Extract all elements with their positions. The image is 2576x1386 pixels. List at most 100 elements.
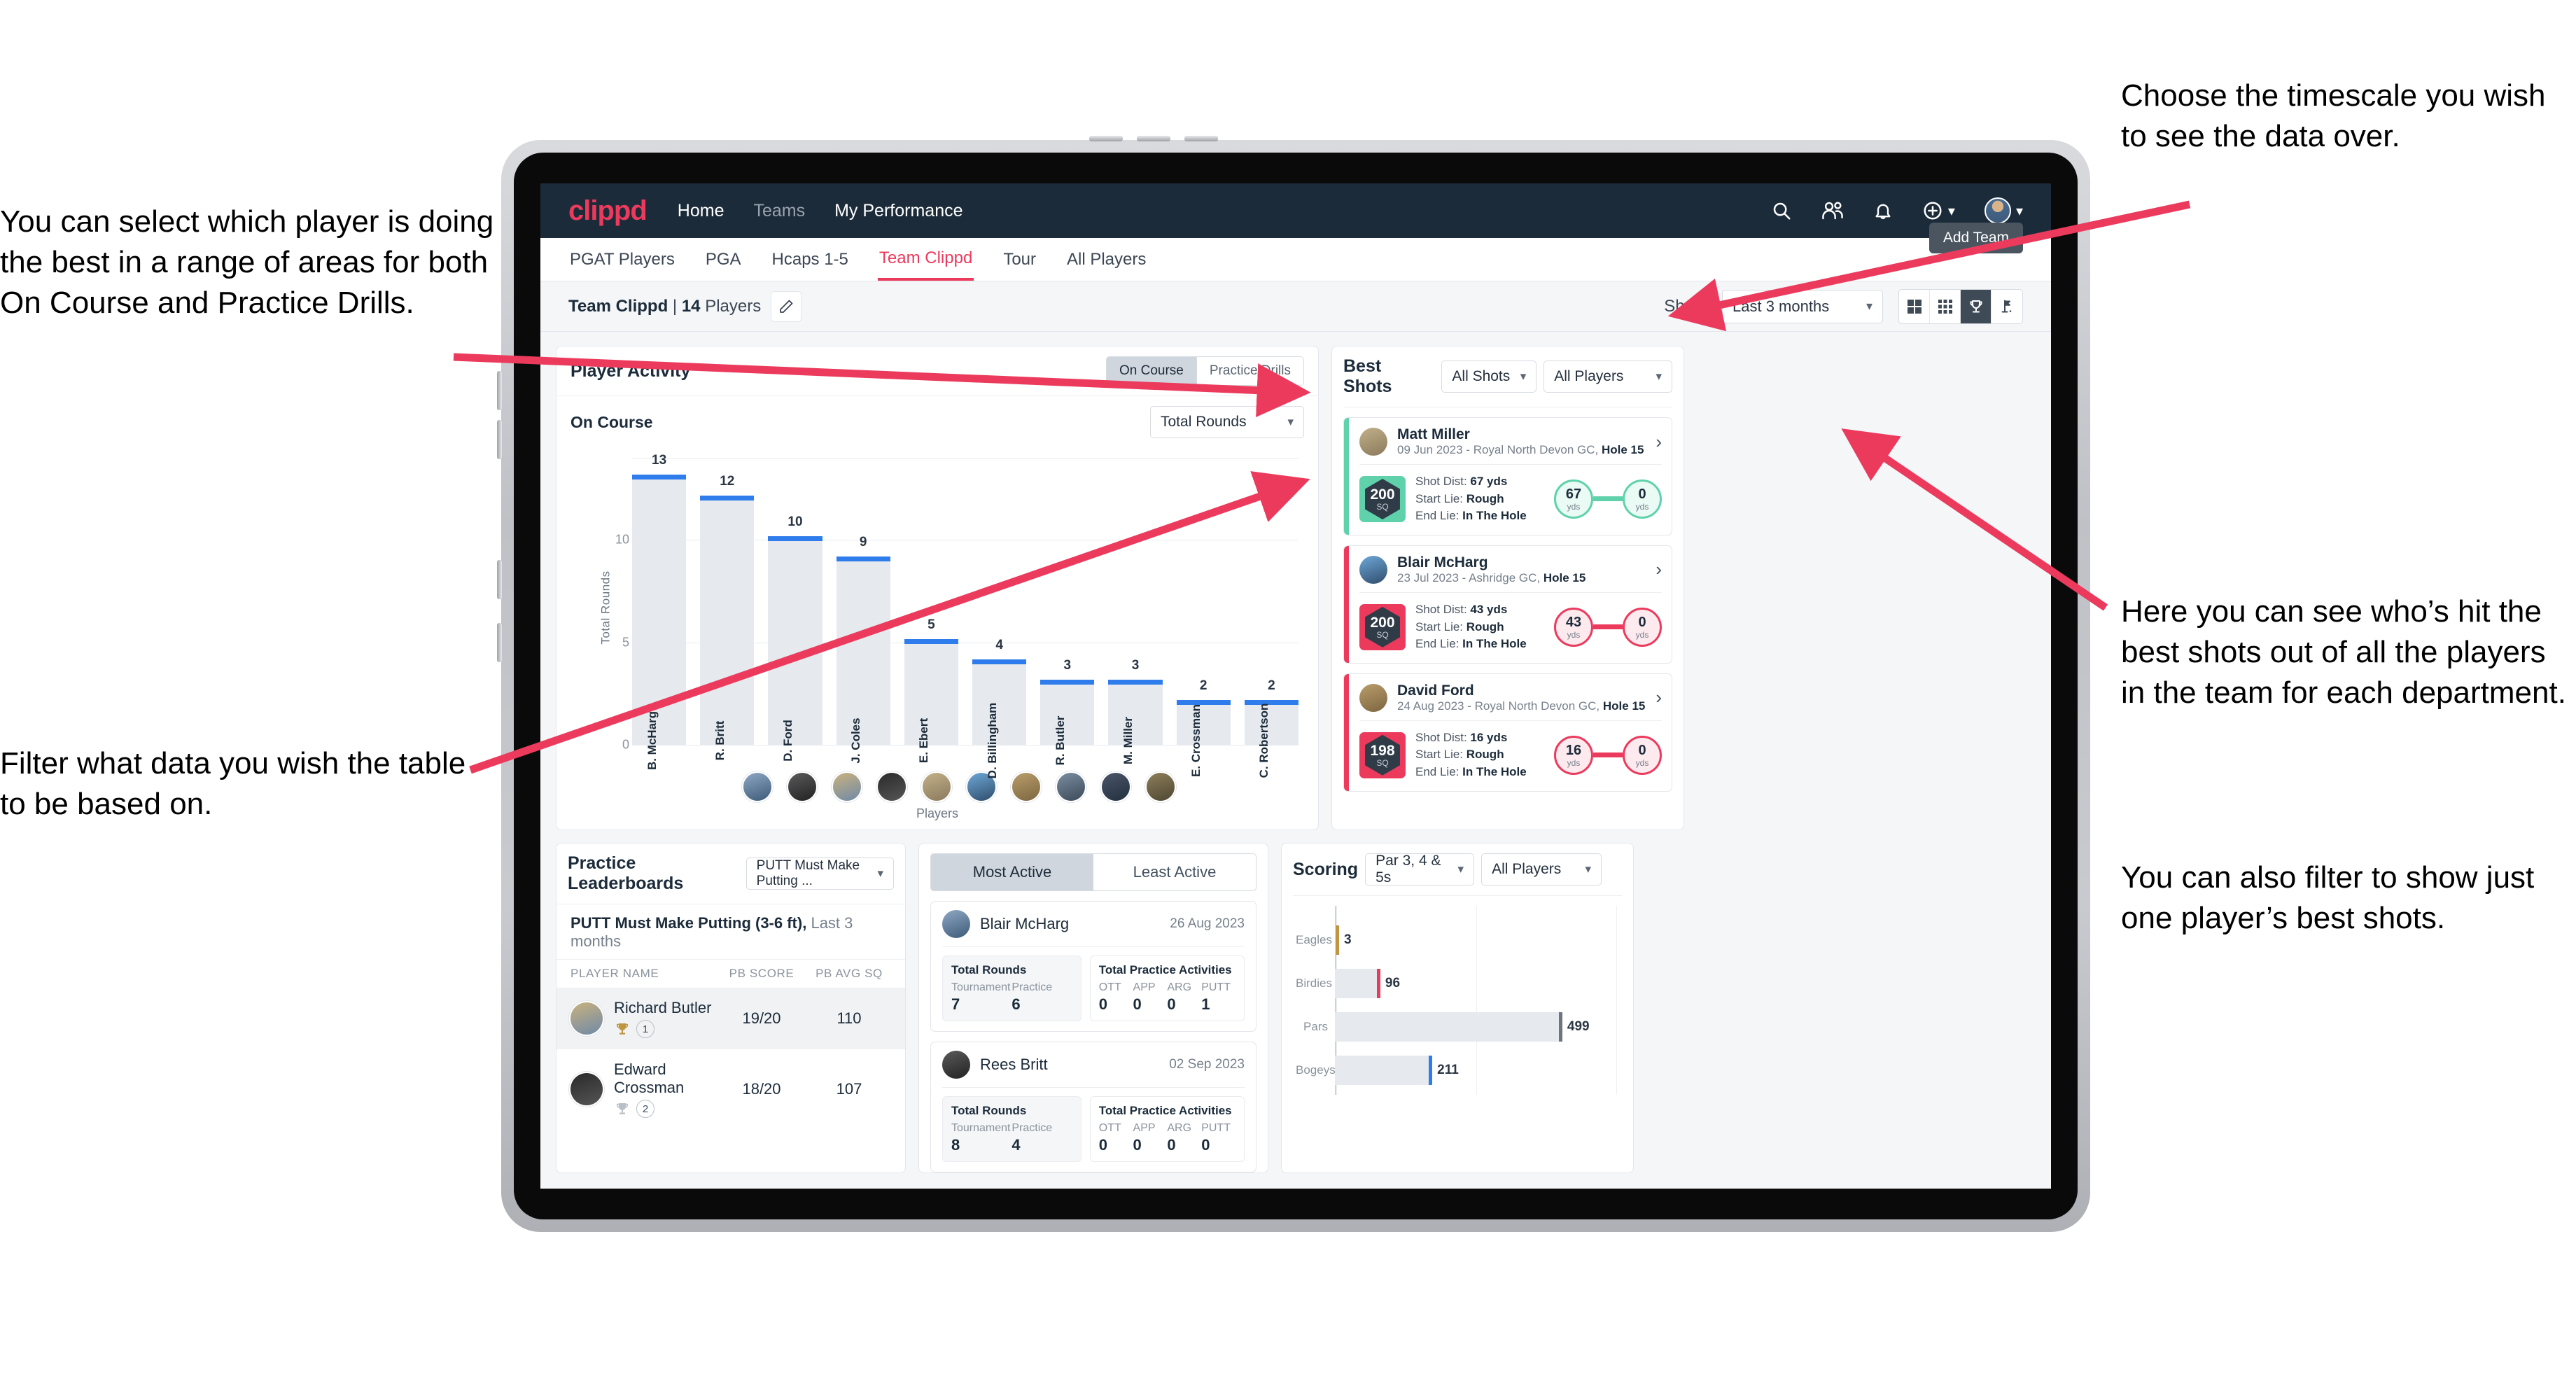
practice-activities-title: Total Practice Activities — [1098, 963, 1232, 976]
trophy-icon[interactable] — [1961, 289, 1991, 323]
segment-practice-drills[interactable]: Practice Drills — [1197, 357, 1303, 385]
tab-all-players[interactable]: All Players — [1065, 240, 1147, 279]
separator: | — [672, 296, 678, 316]
chevron-right-icon[interactable]: › — [1648, 559, 1662, 580]
chart-bar-column[interactable]: 13 B. McHarg — [632, 453, 687, 770]
shot-body: 200 SQ Shot Dist: 67 yds Start Lie: Rough En… — [1344, 465, 1672, 535]
best-shot-card[interactable]: David Ford 24 Aug 2023 - Royal North Devo… — [1343, 673, 1672, 792]
shot-type-select[interactable]: All Shots ▾ — [1441, 360, 1537, 393]
player-avatar[interactable] — [921, 771, 952, 802]
chart-bar-cap — [1108, 680, 1163, 685]
player-avatar[interactable] — [1100, 771, 1131, 802]
tab-team-clippd[interactable]: Team Clippd — [877, 239, 974, 281]
timescale-select[interactable]: Last 3 months ▾ — [1722, 289, 1883, 323]
tab-pgat-players[interactable]: PGAT Players — [568, 240, 676, 279]
stat-value: 1 — [1201, 995, 1210, 1013]
chart-y-tick: 5 — [622, 635, 629, 650]
chart-bar-column[interactable]: 10 D. Ford — [768, 458, 822, 762]
scoring-row[interactable]: Bogeys 211 — [1296, 1056, 1619, 1085]
chart-bar-column[interactable]: 2 E. Crossman — [1176, 458, 1231, 777]
shot-quality-value: 200 — [1370, 486, 1395, 503]
chart-x-axis-title: Players — [916, 806, 959, 820]
chart-bar: D. Ford — [768, 536, 822, 762]
chart-y-axis-title: Total Rounds — [598, 570, 612, 645]
chart-bar-column[interactable]: 4 D. Billingham — [972, 458, 1027, 778]
player-activity-header: Player Activity On Course Practice Drill… — [556, 346, 1318, 396]
device-button-top-2 — [1137, 136, 1170, 141]
scoring-row[interactable]: Pars 499 — [1296, 1012, 1619, 1042]
activity-player-card[interactable]: Blair McHarg 26 Aug 2023 Total Rounds Tourn… — [930, 901, 1256, 1032]
grid-small-icon[interactable] — [1930, 289, 1961, 323]
player-activity-card: Player Activity On Course Practice Drill… — [556, 346, 1319, 830]
search-icon[interactable] — [1771, 200, 1792, 221]
best-shots-title: Best Shots — [1343, 356, 1392, 396]
player-avatar[interactable] — [742, 771, 773, 802]
shot-distance-viz: 16 yds 0 yds — [1554, 735, 1662, 775]
chart-bar-column[interactable]: 12 R. Britt — [700, 458, 755, 760]
metric-value: Total Rounds — [1161, 414, 1247, 430]
leaderboard-rows: Richard Butler 1 19/20 110 Edward Crossman 2 1… — [556, 988, 905, 1129]
player-avatar[interactable] — [1011, 771, 1042, 802]
chevron-right-icon[interactable]: › — [1648, 431, 1662, 453]
activity-player-card[interactable]: Rees Britt 02 Sep 2023 Total Rounds Tournam… — [930, 1042, 1256, 1172]
course-practice-toggle: On Course Practice Drills — [1106, 356, 1304, 386]
player-avatar[interactable] — [1145, 771, 1176, 802]
leaderboard-row[interactable]: Edward Crossman 2 18/20 107 — [556, 1049, 905, 1129]
best-shot-card[interactable]: Blair McHarg 23 Jul 2023 - Ashridge GC, H… — [1343, 545, 1672, 664]
chart-bar: R. Butler — [1040, 680, 1095, 765]
chart-bar-column[interactable]: 2 C. Robertson — [1244, 458, 1299, 778]
player-avatar[interactable] — [787, 771, 818, 802]
segment-on-course[interactable]: On Course — [1107, 357, 1197, 385]
metric-select[interactable]: Total Rounds ▾ — [1150, 406, 1304, 438]
nav-link-home[interactable]: Home — [678, 201, 724, 221]
activity-player-name: Blair McHarg — [980, 915, 1070, 932]
stat-key: Tournament — [951, 981, 1011, 993]
player-avatar[interactable] — [1056, 771, 1086, 802]
user-menu[interactable]: ▾ — [1984, 197, 2023, 224]
tab-pga[interactable]: PGA — [704, 240, 743, 279]
flag-icon[interactable] — [1991, 290, 2022, 323]
scoring-row[interactable]: Eagles 3 — [1296, 925, 1619, 955]
grid-large-icon[interactable] — [1899, 289, 1930, 323]
bell-icon[interactable] — [1873, 200, 1893, 221]
pencil-icon[interactable] — [771, 290, 802, 322]
shot-header: Matt Miller 09 Jun 2023 - Royal North Dev… — [1344, 418, 1672, 464]
chart-bar-column[interactable]: 3 R. Butler — [1040, 458, 1095, 765]
stat-key: PUTT — [1201, 981, 1231, 993]
player-avatar[interactable] — [876, 771, 907, 802]
people-icon[interactable] — [1821, 200, 1844, 221]
chevron-right-icon[interactable]: › — [1648, 687, 1662, 708]
tab-least-active[interactable]: Least Active — [1093, 854, 1256, 890]
scoring-row[interactable]: Birdies 96 — [1296, 969, 1619, 998]
plus-circle-icon[interactable]: ▾ — [1922, 200, 1955, 221]
nav-link-my-performance[interactable]: My Performance — [834, 201, 962, 221]
shot-quality-unit: SQ — [1376, 757, 1389, 768]
tab-tour[interactable]: Tour — [1002, 240, 1037, 279]
par-filter-select[interactable]: Par 3, 4 & 5s ▾ — [1365, 853, 1475, 886]
practice-activities-box: Total Practice Activities OTT 0 APP 0 ARG 0 PUT… — [1089, 955, 1245, 1021]
nav-link-teams[interactable]: Teams — [753, 201, 805, 221]
shot-details: Shot Dist: 16 yds Start Lie: Rough End Lie… — [1415, 729, 1527, 781]
player-avatar[interactable] — [832, 771, 862, 802]
device-button-side-2 — [497, 420, 502, 459]
on-course-label: On Course — [570, 412, 653, 431]
clippd-logo[interactable]: clippd — [568, 195, 648, 227]
best-shots-player-value: All Players — [1554, 368, 1624, 384]
best-shot-card[interactable]: Matt Miller 09 Jun 2023 - Royal North Dev… — [1343, 417, 1672, 536]
device-button-side-1 — [497, 371, 502, 410]
leaderboard-row[interactable]: Richard Butler 1 19/20 110 — [556, 988, 905, 1049]
best-shots-player-select[interactable]: All Players ▾ — [1544, 360, 1672, 393]
avatar — [942, 910, 970, 938]
chart-bar-column[interactable]: 5 E. Ebert — [904, 458, 959, 763]
chart-bar-column[interactable]: 3 M. Miller — [1108, 458, 1163, 764]
drill-select[interactable]: PUTT Must Make Putting ... ▾ — [746, 858, 894, 890]
tab-most-active[interactable]: Most Active — [931, 854, 1093, 890]
scoring-player-select[interactable]: All Players ▾ — [1481, 853, 1602, 886]
activity-tabs: Most Active Least Active — [930, 853, 1256, 891]
tab-hcaps-1-5[interactable]: Hcaps 1-5 — [771, 240, 850, 279]
device-button-side-3 — [497, 560, 502, 599]
chart-bar-column[interactable]: 9 J. Coles — [836, 458, 890, 764]
shot-meta: 24 Aug 2023 - Royal North Devon GC, Hole… — [1397, 699, 1646, 713]
shot-meta: 23 Jul 2023 - Ashridge GC, Hole 15 — [1397, 570, 1586, 584]
scoring-category-label: Birdies — [1296, 976, 1332, 990]
